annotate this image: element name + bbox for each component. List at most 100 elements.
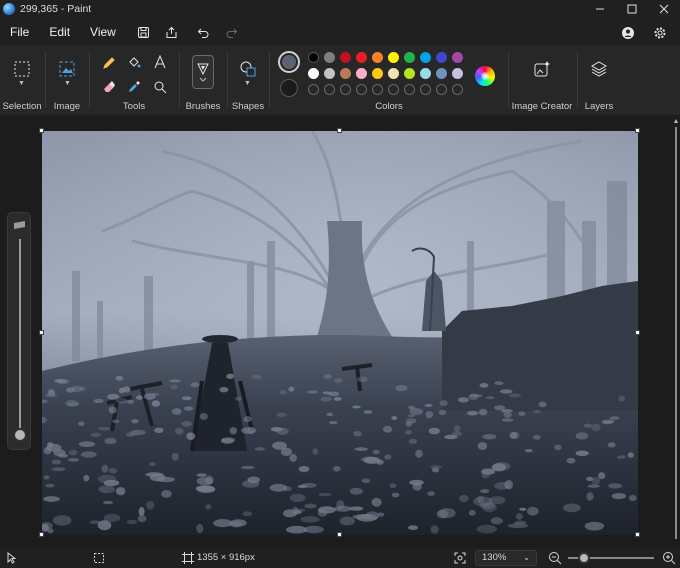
menu-view[interactable]: View bbox=[80, 20, 126, 44]
brushes-label: Brushes bbox=[185, 101, 221, 112]
chevron-down-icon: ⌄ bbox=[523, 553, 530, 562]
brushes-group: Brushes bbox=[180, 46, 226, 116]
canvas-workspace bbox=[0, 117, 680, 548]
resize-handle-bottom[interactable] bbox=[337, 532, 342, 537]
color-swatch[interactable] bbox=[340, 52, 351, 63]
minimize-button[interactable] bbox=[584, 0, 616, 18]
image-creator-button[interactable] bbox=[531, 58, 553, 80]
scrollbar-track bbox=[674, 119, 678, 539]
layers-button[interactable] bbox=[588, 58, 610, 80]
painting-artwork bbox=[42, 131, 638, 535]
edit-colors-button[interactable] bbox=[475, 66, 495, 86]
menu-edit[interactable]: Edit bbox=[39, 20, 80, 44]
color-swatch[interactable] bbox=[324, 68, 335, 79]
resize-handle-right[interactable] bbox=[635, 330, 640, 335]
fill-tool[interactable] bbox=[125, 54, 143, 72]
zoom-slider-track[interactable] bbox=[8, 213, 32, 451]
color-swatch[interactable] bbox=[308, 68, 319, 79]
image-label: Image bbox=[53, 101, 81, 112]
eraser-tool[interactable] bbox=[100, 78, 118, 96]
close-icon bbox=[659, 4, 669, 14]
maximize-button[interactable] bbox=[616, 0, 648, 18]
colors-group: Colors bbox=[270, 46, 508, 116]
shapes-button[interactable] bbox=[237, 58, 259, 80]
chevron-down-icon[interactable]: ▼ bbox=[244, 80, 251, 87]
secondary-color-selector[interactable] bbox=[280, 79, 298, 97]
resize-handle-top-left[interactable] bbox=[39, 128, 44, 133]
chevron-down-icon[interactable]: ▼ bbox=[18, 80, 25, 87]
vertical-scrollbar[interactable] bbox=[672, 117, 680, 548]
color-swatch[interactable] bbox=[356, 52, 367, 63]
custom-color-slot[interactable] bbox=[372, 84, 383, 95]
color-swatch[interactable] bbox=[372, 52, 383, 63]
zoom-level-dropdown[interactable]: 130% ⌄ bbox=[475, 550, 537, 566]
save-button[interactable] bbox=[130, 20, 158, 44]
color-swatch[interactable] bbox=[452, 68, 463, 79]
resize-handle-bottom-left[interactable] bbox=[39, 532, 44, 537]
menu-file[interactable]: File bbox=[0, 20, 39, 44]
close-button[interactable] bbox=[648, 0, 680, 18]
image-button[interactable] bbox=[56, 58, 78, 80]
resize-handle-left[interactable] bbox=[39, 330, 44, 335]
color-swatch[interactable] bbox=[388, 68, 399, 79]
color-swatch[interactable] bbox=[356, 68, 367, 79]
color-swatch[interactable] bbox=[404, 52, 415, 63]
zoom-out-icon[interactable] bbox=[548, 551, 562, 565]
color-swatch[interactable] bbox=[308, 52, 319, 63]
resize-handle-top-right[interactable] bbox=[635, 128, 640, 133]
pencil-tool[interactable] bbox=[100, 54, 118, 72]
primary-color-selector[interactable] bbox=[278, 51, 300, 73]
color-swatch[interactable] bbox=[436, 52, 447, 63]
cursor-position-icon bbox=[7, 552, 17, 564]
layers-group: Layers bbox=[578, 46, 620, 116]
color-wheel-icon bbox=[481, 72, 489, 80]
color-swatch[interactable] bbox=[372, 68, 383, 79]
resize-handle-bottom-right[interactable] bbox=[635, 532, 640, 537]
custom-color-slot[interactable] bbox=[404, 84, 415, 95]
color-picker-tool[interactable] bbox=[125, 78, 143, 96]
pencil-icon bbox=[103, 57, 115, 69]
selection-group: ▼ Selection bbox=[0, 46, 44, 116]
custom-color-slot[interactable] bbox=[420, 84, 431, 95]
selection-button[interactable] bbox=[11, 58, 33, 80]
color-swatch[interactable] bbox=[452, 52, 463, 63]
color-swatch[interactable] bbox=[404, 68, 415, 79]
text-tool[interactable] bbox=[151, 53, 169, 71]
color-swatch[interactable] bbox=[388, 52, 399, 63]
custom-color-slot[interactable] bbox=[436, 84, 447, 95]
drawing-canvas[interactable] bbox=[42, 131, 638, 535]
zoom-in-icon[interactable] bbox=[662, 551, 676, 565]
account-button[interactable] bbox=[614, 21, 642, 45]
image-creator-icon bbox=[534, 61, 550, 77]
zoom-slider[interactable] bbox=[566, 552, 656, 564]
zoom-level-value: 130% bbox=[482, 552, 507, 563]
color-swatch[interactable] bbox=[420, 68, 431, 79]
color-swatch[interactable] bbox=[324, 52, 335, 63]
image-creator-group: Image Creator bbox=[509, 46, 575, 116]
resize-handle-top[interactable] bbox=[337, 128, 342, 133]
undo-button[interactable] bbox=[190, 20, 218, 44]
custom-color-slot[interactable] bbox=[340, 84, 351, 95]
layers-icon bbox=[590, 61, 608, 77]
color-swatch[interactable] bbox=[420, 52, 431, 63]
custom-color-slot[interactable] bbox=[324, 84, 335, 95]
fit-to-window-icon[interactable] bbox=[454, 552, 466, 564]
custom-color-slot[interactable] bbox=[308, 84, 319, 95]
custom-color-slot[interactable] bbox=[452, 84, 463, 95]
magnifier-tool[interactable] bbox=[151, 78, 169, 96]
chevron-down-icon[interactable]: ▼ bbox=[64, 80, 71, 87]
selection-rectangle-icon bbox=[14, 61, 30, 77]
settings-button[interactable] bbox=[646, 21, 674, 45]
share-button[interactable] bbox=[158, 20, 186, 44]
brushes-button[interactable] bbox=[192, 55, 214, 89]
ribbon-toolbar: ▼ Selection ▼ Image Tools Brushes ▼ Shap… bbox=[0, 46, 680, 116]
custom-color-slot[interactable] bbox=[356, 84, 367, 95]
color-swatch[interactable] bbox=[436, 68, 447, 79]
color-swatch[interactable] bbox=[340, 68, 351, 79]
image-creator-label: Image Creator bbox=[511, 101, 573, 112]
tools-group: Tools bbox=[90, 46, 178, 116]
redo-button[interactable] bbox=[218, 20, 246, 44]
custom-color-slot[interactable] bbox=[388, 84, 399, 95]
canvas-size-icon bbox=[182, 552, 194, 564]
menu-bar: File Edit View bbox=[0, 19, 680, 45]
